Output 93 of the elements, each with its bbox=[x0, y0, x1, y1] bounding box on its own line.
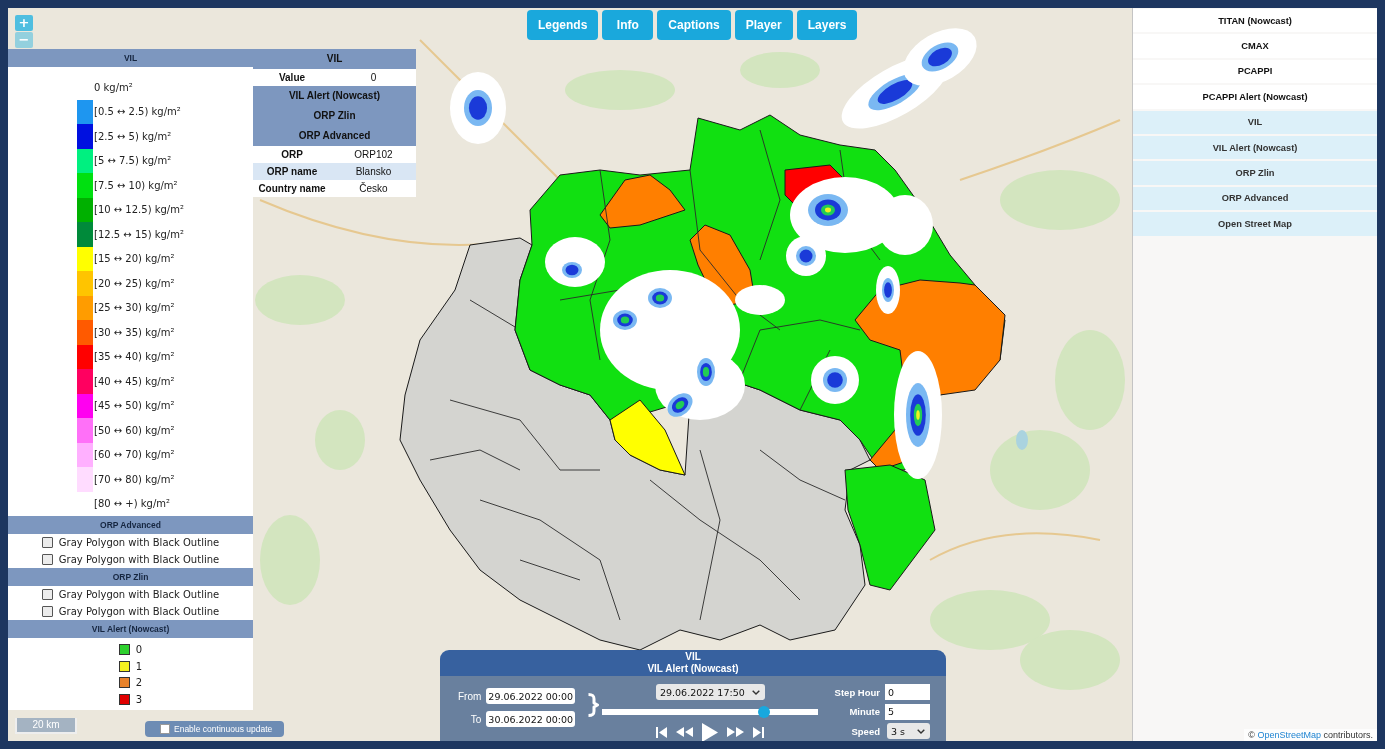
legend-label: [5 ↔ 7.5) kg/m² bbox=[94, 155, 172, 167]
checkbox-label: Gray Polygon with Black Outline bbox=[58, 554, 220, 565]
lake bbox=[1016, 430, 1028, 450]
checkbox[interactable] bbox=[41, 554, 53, 565]
field-label: Step Hour bbox=[834, 686, 880, 698]
checkbox-label: Gray Polygon with Black Outline bbox=[58, 537, 220, 548]
checkbox-label: Gray Polygon with Black Outline bbox=[58, 606, 220, 617]
bracket-icon bbox=[587, 693, 600, 717]
row-label: Country name bbox=[257, 183, 327, 194]
field-label: Speed bbox=[851, 725, 880, 737]
radar-echo bbox=[811, 356, 859, 404]
field-label: From bbox=[458, 690, 482, 702]
legend-label: [7.5 ↔ 10) kg/m² bbox=[94, 179, 178, 191]
legend-label: [2.5 ↔ 5) kg/m² bbox=[94, 130, 172, 142]
section-header: ORP Zlin bbox=[253, 106, 416, 126]
layer-item[interactable]: VIL bbox=[1133, 110, 1377, 134]
legend-label: [30 ↔ 35) kg/m² bbox=[94, 326, 175, 338]
checkbox[interactable] bbox=[160, 724, 170, 734]
layer-item[interactable]: Open Street Map bbox=[1133, 212, 1377, 236]
player-title: VIL bbox=[685, 651, 701, 663]
slider-thumb[interactable] bbox=[758, 706, 771, 718]
attribution-link[interactable]: OpenStreetMap bbox=[1257, 730, 1321, 740]
layer-item[interactable]: PCAPPI bbox=[1133, 59, 1377, 84]
row-label: ORP bbox=[280, 149, 304, 160]
legend-label: [35 ↔ 40) kg/m² bbox=[94, 351, 175, 363]
speed-dropdown[interactable]: 3 s bbox=[887, 723, 930, 739]
rewind-button[interactable] bbox=[676, 727, 694, 737]
legend-label: [60 ↔ 70) kg/m² bbox=[94, 449, 175, 461]
step-field[interactable]: 0 bbox=[885, 684, 930, 700]
layer-item[interactable]: VIL Alert (Nowcast) bbox=[1133, 135, 1377, 160]
section-header: VIL Alert (Nowcast) bbox=[8, 620, 253, 638]
layer-item[interactable]: ORP Zlin bbox=[1133, 161, 1377, 185]
layer-item[interactable]: ORP Advanced bbox=[1133, 186, 1377, 211]
time-dropdown[interactable]: 29.06.2022 17:50 bbox=[655, 684, 765, 700]
legend-label: [45 ↔ 50) kg/m² bbox=[94, 400, 175, 412]
checkbox-label: Gray Polygon with Black Outline bbox=[58, 589, 220, 600]
section-header: VIL Alert (Nowcast) bbox=[253, 86, 416, 106]
legend-label: [50 ↔ 60) kg/m² bbox=[94, 424, 175, 436]
checkbox-label: Enable continuous update bbox=[174, 724, 273, 734]
layer-item[interactable]: PCAPPI Alert (Nowcast) bbox=[1133, 85, 1377, 109]
attribution-text: © OpenStreetMap contributors. bbox=[1244, 729, 1377, 741]
section-header: ORP Advanced bbox=[253, 126, 416, 146]
section-header: VIL bbox=[8, 49, 253, 67]
player-title: VIL Alert (Nowcast) bbox=[647, 663, 739, 675]
checkbox[interactable] bbox=[41, 606, 53, 617]
scale-bar: 20 km bbox=[15, 718, 77, 734]
legend-label: [70 ↔ 80) kg/m² bbox=[94, 473, 175, 485]
step-field[interactable]: 5 bbox=[885, 703, 930, 720]
skip-start-button[interactable] bbox=[656, 726, 668, 738]
row-label: Value bbox=[277, 72, 307, 83]
legend-label: [10 ↔ 12.5) kg/m² bbox=[94, 204, 184, 216]
radar-echo bbox=[450, 72, 506, 144]
legend-label: 2 bbox=[135, 677, 143, 689]
section-header: ORP Advanced bbox=[8, 516, 253, 534]
rewind-icon bbox=[676, 727, 694, 737]
play-button[interactable] bbox=[702, 722, 719, 741]
date-field[interactable]: 30.06.2022 00:00 bbox=[486, 711, 576, 727]
legend-label: [40 ↔ 45) kg/m² bbox=[94, 375, 175, 387]
field-label: To bbox=[470, 713, 482, 725]
skip-end-icon bbox=[753, 726, 765, 738]
fast-forward-button[interactable] bbox=[727, 727, 745, 737]
checkbox[interactable] bbox=[41, 589, 53, 600]
forest-patch bbox=[315, 410, 365, 470]
skip-end-button[interactable] bbox=[753, 726, 765, 738]
skip-start-icon bbox=[656, 726, 668, 738]
section-header: VIL bbox=[253, 49, 416, 69]
timeline-slider[interactable] bbox=[602, 706, 819, 718]
legend-label: [0.5 ↔ 2.5) kg/m² bbox=[94, 106, 181, 118]
caret-icon bbox=[917, 728, 925, 734]
row-value: ORP102 bbox=[353, 149, 394, 160]
layer-item[interactable]: CMAX bbox=[1133, 34, 1377, 58]
checkbox[interactable] bbox=[41, 537, 53, 548]
row-value: Česko bbox=[358, 183, 389, 194]
legend-label: 1 bbox=[135, 660, 143, 672]
row-label: ORP name bbox=[265, 166, 319, 177]
fast-forward-icon bbox=[727, 727, 745, 737]
caret-icon bbox=[751, 689, 760, 695]
legend-label: 0 bbox=[135, 643, 143, 655]
legend-label: [80 ↔ +) kg/m² bbox=[94, 498, 171, 510]
layer-item[interactable]: TITAN (Nowcast) bbox=[1133, 9, 1377, 33]
field-label: Minute bbox=[849, 706, 880, 717]
play-icon bbox=[702, 722, 719, 741]
date-field[interactable]: 29.06.2022 00:00 bbox=[486, 688, 576, 704]
legend-label: 0 kg/m² bbox=[94, 81, 133, 93]
legend-label: [15 ↔ 20) kg/m² bbox=[94, 253, 175, 265]
legend-label: [25 ↔ 30) kg/m² bbox=[94, 302, 175, 314]
legend-label: 3 bbox=[135, 693, 143, 705]
row-value: Blansko bbox=[354, 166, 393, 177]
radar-echo bbox=[876, 266, 900, 314]
section-header: ORP Zlin bbox=[8, 568, 253, 586]
legend-label: [20 ↔ 25) kg/m² bbox=[94, 277, 175, 289]
row-value: 0 bbox=[369, 72, 378, 83]
legend-label: [12.5 ↔ 15) kg/m² bbox=[94, 228, 184, 240]
